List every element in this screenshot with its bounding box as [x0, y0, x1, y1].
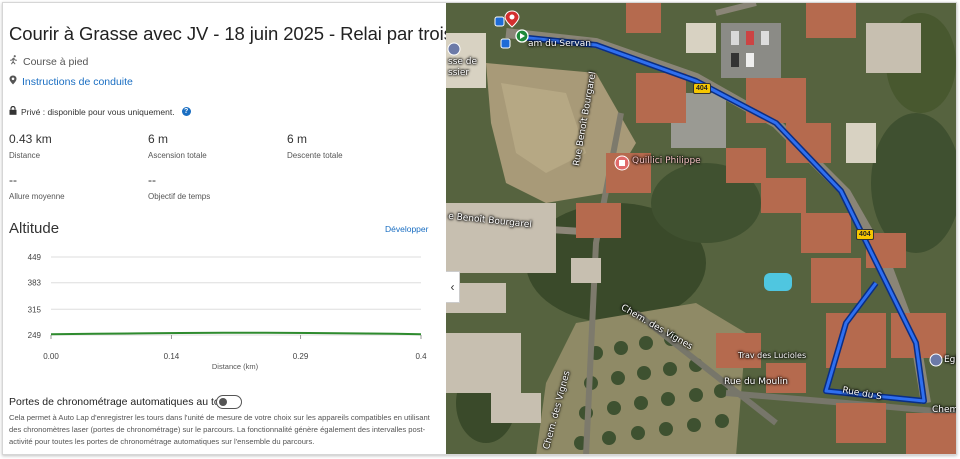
road-shield-2: 404 [856, 229, 874, 240]
poi-label: Quillici Philippe [632, 156, 701, 166]
place-label-caisse: sse de [448, 57, 478, 67]
privacy-label: Privé : disponible pour vous uniquement. [21, 106, 175, 117]
place-label-caisse-2: ssier [448, 68, 470, 78]
map-view[interactable]: am du Servan sse de ssier Rue Benoît Bou… [446, 3, 957, 454]
x-tick-label: 0.00 [43, 352, 59, 361]
toggle-knob [218, 397, 227, 406]
x-axis-label: Distance (km) [212, 362, 259, 371]
x-tick-label: 0.14 [164, 352, 180, 361]
y-tick-label: 249 [28, 331, 42, 340]
stat-ascent: 6 m Ascension totale [148, 132, 207, 160]
altitude-title: Altitude [9, 220, 60, 237]
start-marker-icon [515, 29, 529, 43]
stat-descent-label: Descente totale [287, 151, 343, 160]
activity-label: Course à pied [23, 55, 89, 68]
auto-lap-description: Cela permet à Auto Lap d'enregistrer les… [9, 413, 430, 447]
expand-chart-link[interactable]: Développer [385, 224, 428, 234]
stat-time-goal-value: -- [148, 173, 156, 187]
info-icon[interactable]: ? [181, 107, 191, 116]
y-tick-label: 383 [28, 279, 42, 288]
activity-type: Course à pied [9, 55, 88, 68]
stat-ascent-label: Ascension totale [148, 151, 207, 160]
stat-ascent-value: 6 m [148, 132, 169, 146]
stat-distance-value: 0.43 km [9, 132, 52, 146]
road-shield: 404 [693, 83, 711, 94]
auto-lap-label: Portes de chronométrage automatiques au … [9, 396, 230, 408]
privacy-status: Privé : disponible pour vous uniquement.… [9, 105, 191, 117]
y-tick-label: 315 [28, 305, 42, 314]
poi-pin-icon [614, 155, 630, 171]
altitude-chart: 449 383 315 249 0.00 0.14 0.29 0.4 Distance (k… [28, 253, 427, 371]
street-label-chem-right: Chem [932, 405, 957, 415]
chevron-left-icon: ‹ [450, 280, 455, 294]
stat-time-goal: -- Objectif de temps [148, 173, 210, 201]
street-label-servan: am du Servan [528, 39, 591, 49]
stat-distance: 0.43 km Distance [9, 132, 52, 160]
stat-descent: 6 m Descente totale [287, 132, 343, 160]
stat-pace-value: -- [9, 173, 17, 187]
course-title: Courir à Grasse avec JV - 18 juin 2025 -… [9, 23, 446, 44]
directions-label: Instructions de conduite [22, 75, 133, 88]
course-details-panel: Courir à Grasse avec JV - 18 juin 2025 -… [3, 3, 446, 454]
directions-link[interactable]: Instructions de conduite [9, 75, 133, 88]
stat-pace: -- Allure moyenne [9, 173, 65, 201]
course-window: Courir à Grasse avec JV - 18 juin 2025 -… [2, 2, 957, 455]
altitude-series-line [50, 331, 422, 336]
location-pin-icon [9, 75, 17, 88]
auto-lap-toggle[interactable] [216, 395, 242, 409]
stat-descent-value: 6 m [287, 132, 308, 146]
running-icon [9, 55, 18, 68]
place-label-egl: Egl [944, 355, 957, 365]
x-tick-label: 0.4 [415, 352, 427, 361]
collapse-panel-button[interactable]: ‹ [446, 271, 460, 303]
lock-icon [9, 105, 17, 117]
stat-time-goal-label: Objectif de temps [148, 192, 211, 201]
stat-pace-label: Allure moyenne [9, 192, 65, 201]
street-label-moulin: Rue du Moulin [724, 377, 788, 387]
street-label-lucioles: Trav des Lucioles [738, 351, 807, 360]
x-tick-label: 0.29 [293, 352, 309, 361]
stat-distance-label: Distance [9, 151, 41, 160]
y-tick-label: 449 [28, 253, 42, 262]
